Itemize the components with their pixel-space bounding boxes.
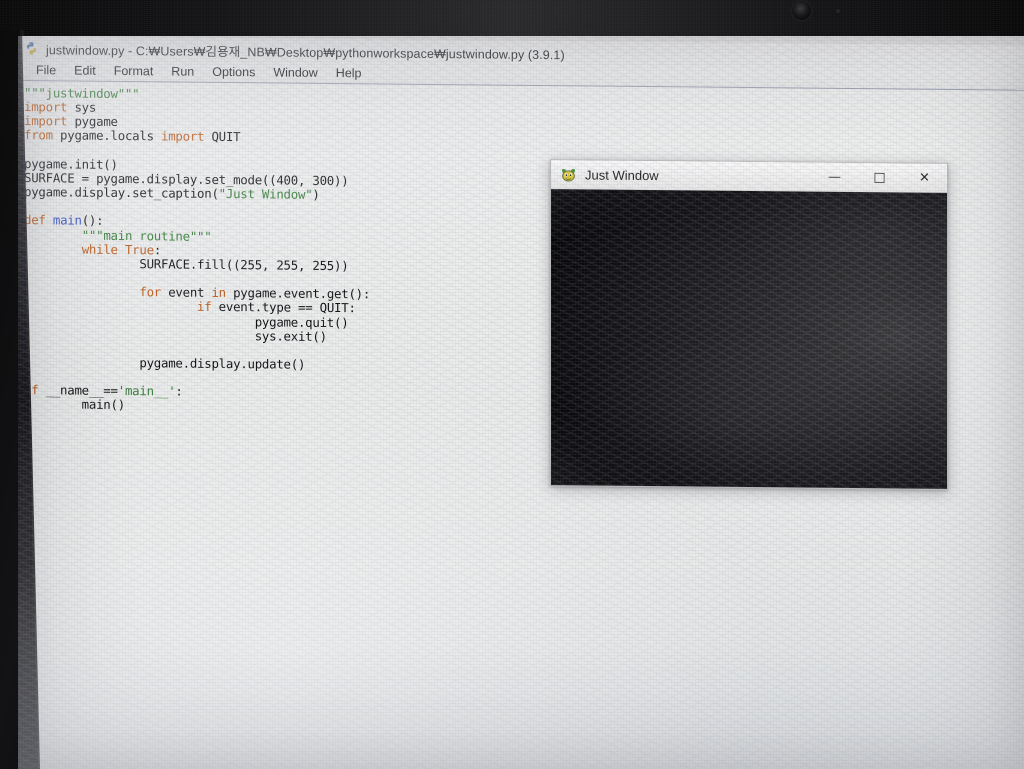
code-token: from <box>24 127 53 143</box>
pygame-window[interactable]: Just Window — □ ✕ <box>550 159 948 490</box>
code-token: "Just Window" <box>218 186 313 202</box>
code-token: : <box>175 383 183 399</box>
code-token: event <box>161 284 212 301</box>
laptop-screen: justwindow.py - C:₩Users₩김용재_NB₩Desktop₩… <box>18 36 1024 769</box>
code-token: pygame.display.update() <box>24 354 306 372</box>
menu-item-options[interactable]: Options <box>203 65 264 80</box>
pygame-titlebar[interactable]: Just Window — □ ✕ <box>551 160 947 193</box>
code-token: import <box>24 99 68 115</box>
code-token: SURFACE.fill((255, 255, 255)) <box>24 254 349 274</box>
minimize-icon[interactable]: — <box>812 162 857 191</box>
maximize-icon[interactable]: □ <box>857 163 902 192</box>
laptop-screen-photo: justwindow.py - C:₩Users₩김용재_NB₩Desktop₩… <box>0 0 1024 769</box>
menu-item-format[interactable]: Format <box>105 64 163 79</box>
code-token: while <box>81 241 118 257</box>
menu-item-file[interactable]: File <box>27 63 65 77</box>
pygame-snake-icon <box>560 166 577 183</box>
code-token: True <box>124 241 154 258</box>
code-token: import <box>161 128 205 145</box>
laptop-bezel-top <box>0 0 1024 40</box>
code-token: pygame.locals <box>52 127 161 144</box>
idle-title-text: justwindow.py - C:₩Users₩김용재_NB₩Desktop₩… <box>46 42 565 62</box>
webcam-lens-icon <box>792 1 811 20</box>
canvas-glare <box>551 189 947 489</box>
code-token: sys <box>67 99 97 115</box>
menu-item-run[interactable]: Run <box>162 64 203 78</box>
code-token: pygame <box>67 113 118 130</box>
menu-item-help[interactable]: Help <box>327 66 371 80</box>
code-token: pygame.display.set_caption( <box>24 184 219 202</box>
code-token: main() <box>24 396 125 413</box>
code-token: (): <box>81 213 104 229</box>
pygame-canvas[interactable] <box>551 189 947 489</box>
python-idle-icon <box>24 41 39 56</box>
menu-item-edit[interactable]: Edit <box>65 63 105 78</box>
pygame-title-text: Just Window <box>585 166 659 183</box>
code-token: for <box>139 284 161 300</box>
code-token: in <box>211 285 226 301</box>
code-token: ) <box>312 186 320 202</box>
code-token: 'main__' <box>117 383 176 399</box>
code-token: sys.exit() <box>24 325 327 344</box>
bezel-texture <box>0 0 1024 40</box>
code-token: import <box>24 113 68 129</box>
close-icon[interactable]: ✕ <box>902 163 947 192</box>
code-token: QUIT <box>204 129 241 145</box>
webcam-indicator-icon <box>836 9 840 13</box>
code-token: if <box>197 299 212 315</box>
code-token: main <box>52 212 82 229</box>
menu-item-window[interactable]: Window <box>264 65 326 80</box>
code-token: : <box>153 242 162 258</box>
